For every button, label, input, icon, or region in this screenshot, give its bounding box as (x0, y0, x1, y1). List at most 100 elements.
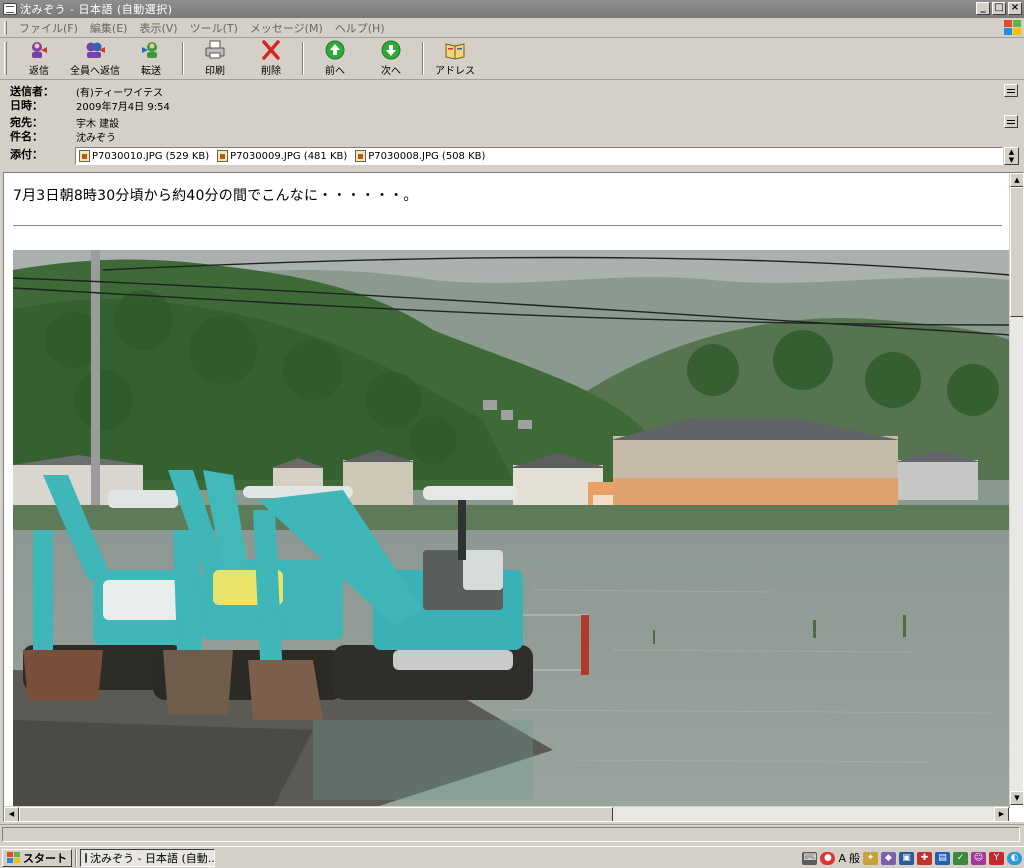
printer-icon (204, 40, 226, 60)
globe-icon[interactable]: ◐ (1007, 851, 1022, 865)
subject-label: 件名： (10, 130, 43, 143)
ime-input-mode[interactable]: A (838, 852, 846, 865)
taskbar-window-label: 沈みぞう - 日本語 (自動... (90, 851, 215, 865)
taskbar-window-item[interactable]: 沈みぞう - 日本語 (自動... (80, 848, 215, 867)
taskbar-separator (75, 848, 77, 867)
ime-conversion-mode[interactable]: 般 (849, 850, 860, 866)
attachment-scroll-spinner[interactable]: ▲ ▼ (1004, 147, 1019, 165)
security-icon[interactable]: ✚ (917, 851, 932, 865)
tools-icon[interactable]: ✦ (863, 851, 878, 865)
keyboard-icon[interactable]: ⌨ (802, 851, 818, 865)
mail-window-icon (3, 3, 17, 15)
print-button[interactable]: 印刷 (187, 38, 243, 79)
reply-button[interactable]: 返信 (11, 38, 67, 79)
scroll-up-button[interactable]: ▲ (1010, 173, 1023, 187)
previous-label: 前へ (325, 66, 345, 77)
subject-row: 件名： 沈みぞう (10, 128, 116, 144)
attach-label: 添付： (10, 148, 43, 161)
menu-message[interactable]: メッセージ(M) (244, 20, 329, 36)
address-book-button[interactable]: アドレス (427, 38, 483, 79)
menu-grip[interactable] (4, 20, 7, 35)
messenger-icon[interactable]: ☺ (971, 851, 986, 865)
address-book-icon (444, 40, 466, 60)
down-arrow-icon (380, 40, 402, 60)
toolbar-separator (302, 42, 304, 75)
delete-x-icon (260, 40, 282, 60)
next-button[interactable]: 次へ (363, 38, 419, 79)
close-button[interactable]: × (1008, 2, 1022, 15)
status-panel (2, 827, 1020, 842)
attachment-list: P7030010.JPG (529 KB) P7030009.JPG (481 … (75, 147, 1003, 165)
taskbar: スタート 沈みぞう - 日本語 (自動... ⌨ ● A 般 ✦ ◆ ▣ ✚ ▤… (0, 846, 1024, 868)
ime-icon[interactable]: ● (820, 851, 836, 865)
address-book-label: アドレス (435, 66, 475, 77)
forward-icon (140, 40, 162, 60)
forward-label: 転送 (141, 66, 161, 77)
forward-button[interactable]: 転送 (123, 38, 179, 79)
previous-button[interactable]: 前へ (307, 38, 363, 79)
reply-all-icon (84, 40, 106, 60)
mail-window-icon (85, 852, 87, 863)
attachment-item[interactable]: P7030010.JPG (529 KB) (79, 150, 209, 162)
image-file-icon (355, 150, 367, 162)
scroll-right-button[interactable]: ▶ (994, 807, 1009, 821)
toolbar-grip[interactable] (4, 42, 7, 75)
start-label: スタート (23, 851, 67, 865)
minimize-button[interactable]: _ (976, 2, 990, 15)
menu-help[interactable]: ヘルプ(H) (329, 20, 391, 36)
date-row: 日時： 2009年7月4日 9:54 (10, 97, 170, 113)
reply-all-label: 全員へ返信 (70, 66, 120, 77)
reply-all-button[interactable]: 全員へ返信 (67, 38, 123, 79)
toolbar-separator (422, 42, 424, 75)
status-bar (0, 824, 1024, 844)
toolbar-separator (182, 42, 184, 75)
update-icon[interactable]: ✓ (953, 851, 968, 865)
toolbar: 返信 全員へ返信 転送 印刷 削除 前へ 次へ アドレス (0, 38, 1024, 80)
message-body-pane[interactable]: 7月3日朝8時30分頃から約40分の間でこんなに・・・・・・。 ▲ ▼ ◀ ▶ (3, 172, 1024, 822)
windows-logo-icon (1004, 20, 1021, 35)
menu-view[interactable]: 表示(V) (133, 20, 183, 36)
menu-tools[interactable]: ツール(T) (184, 20, 244, 36)
reply-icon (28, 40, 50, 60)
attachment-name: P7030008.JPG (508 KB) (368, 150, 486, 162)
delete-label: 削除 (261, 66, 281, 77)
to-expand-button[interactable] (1004, 115, 1018, 128)
yahoo-icon[interactable]: Y (989, 851, 1004, 865)
horizontal-scrollbar[interactable]: ◀ ▶ (4, 806, 1009, 821)
vertical-scroll-thumb[interactable] (1010, 187, 1023, 317)
subject-value: 沈みぞう (76, 133, 116, 144)
next-label: 次へ (381, 66, 401, 77)
attach-row: 添付： (10, 146, 76, 162)
reply-label: 返信 (29, 66, 49, 77)
window-title: 沈みぞう - 日本語 (自動選択) (20, 3, 173, 16)
print-label: 印刷 (205, 66, 225, 77)
start-button[interactable]: スタート (2, 848, 72, 867)
horizontal-rule (13, 225, 1002, 226)
network-icon[interactable]: ▣ (899, 851, 914, 865)
monitor-icon[interactable]: ▤ (935, 851, 950, 865)
attachment-item[interactable]: P7030009.JPG (481 KB) (217, 150, 347, 162)
maximize-button[interactable]: □ (992, 2, 1006, 15)
title-bar: 沈みぞう - 日本語 (自動選択) _ □ × (0, 0, 1024, 18)
up-arrow-icon (324, 40, 346, 60)
windows-flag-icon (7, 852, 20, 863)
date-label: 日時： (10, 99, 43, 112)
message-header: 送信者： (有)ティーワイテス 日時： 2009年7月4日 9:54 宛先： 宇… (0, 81, 1024, 169)
message-body-text: 7月3日朝8時30分頃から約40分の間でこんなに・・・・・・。 (13, 188, 418, 204)
menu-file[interactable]: ファイル(F) (13, 20, 84, 36)
scroll-down-button[interactable]: ▼ (1010, 791, 1023, 805)
image-file-icon (79, 150, 90, 162)
scroll-left-button[interactable]: ◀ (4, 807, 19, 821)
window-controls: _ □ × (976, 2, 1022, 15)
vertical-scrollbar[interactable]: ▲ ▼ (1009, 173, 1023, 805)
from-expand-button[interactable] (1004, 84, 1018, 97)
attachment-name: P7030009.JPG (481 KB) (230, 150, 348, 162)
flood-photo (13, 250, 1010, 808)
attachment-name: P7030010.JPG (529 KB) (92, 150, 210, 162)
delete-button[interactable]: 削除 (243, 38, 299, 79)
menu-edit[interactable]: 編集(E) (84, 20, 134, 36)
horizontal-scroll-thumb[interactable] (19, 807, 613, 821)
attachment-item[interactable]: P7030008.JPG (508 KB) (355, 150, 485, 162)
dictionary-icon[interactable]: ◆ (881, 851, 896, 865)
date-value: 2009年7月4日 9:54 (76, 102, 170, 113)
